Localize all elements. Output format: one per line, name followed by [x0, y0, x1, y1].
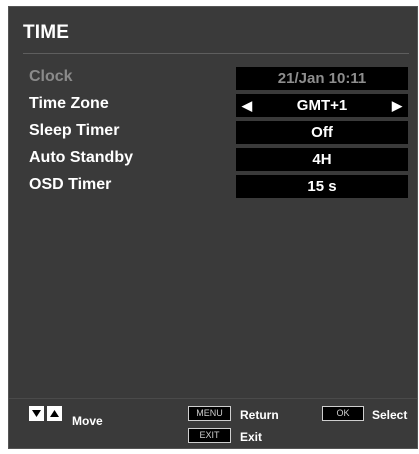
auto-standby-row[interactable]: Auto Standby 4H	[9, 148, 419, 172]
page-title: TIME	[23, 22, 70, 43]
osd-timer-row[interactable]: OSD Timer 15 s	[9, 175, 419, 199]
time-zone-value: GMT+1	[296, 97, 348, 114]
title-divider	[23, 53, 409, 54]
move-label: Move	[72, 414, 103, 428]
time-zone-row[interactable]: Time Zone ◀ GMT+1 ▶	[9, 94, 419, 118]
time-settings-panel: TIME Clock 21/Jan 10:11 Time Zone ◀ GMT+…	[8, 6, 418, 449]
exit-label: Exit	[240, 430, 263, 444]
menu-key[interactable]: MENU	[188, 406, 231, 421]
sleep-timer-row[interactable]: Sleep Timer Off	[9, 121, 419, 145]
time-zone-selector[interactable]: ◀ GMT+1 ▶	[236, 94, 408, 117]
return-label: Return	[240, 408, 279, 422]
osd-timer-label: OSD Timer	[29, 176, 112, 193]
auto-standby-label: Auto Standby	[29, 149, 133, 166]
auto-standby-value[interactable]: 4H	[236, 148, 408, 171]
nav-up-icon[interactable]	[47, 406, 62, 421]
sleep-timer-value[interactable]: Off	[236, 121, 408, 144]
right-arrow-icon[interactable]: ▶	[392, 94, 402, 117]
osd-timer-value[interactable]: 15 s	[236, 175, 408, 198]
nav-down-icon[interactable]	[29, 406, 44, 421]
ok-key[interactable]: OK	[322, 406, 364, 421]
exit-key[interactable]: EXIT	[188, 428, 231, 443]
clock-label: Clock	[29, 68, 73, 85]
footer-divider	[9, 398, 417, 399]
select-label: Select	[372, 408, 408, 422]
time-zone-label: Time Zone	[29, 95, 109, 112]
left-arrow-icon[interactable]: ◀	[242, 94, 252, 117]
clock-row: Clock 21/Jan 10:11	[9, 67, 419, 91]
clock-value: 21/Jan 10:11	[236, 67, 408, 90]
sleep-timer-label: Sleep Timer	[29, 122, 120, 139]
